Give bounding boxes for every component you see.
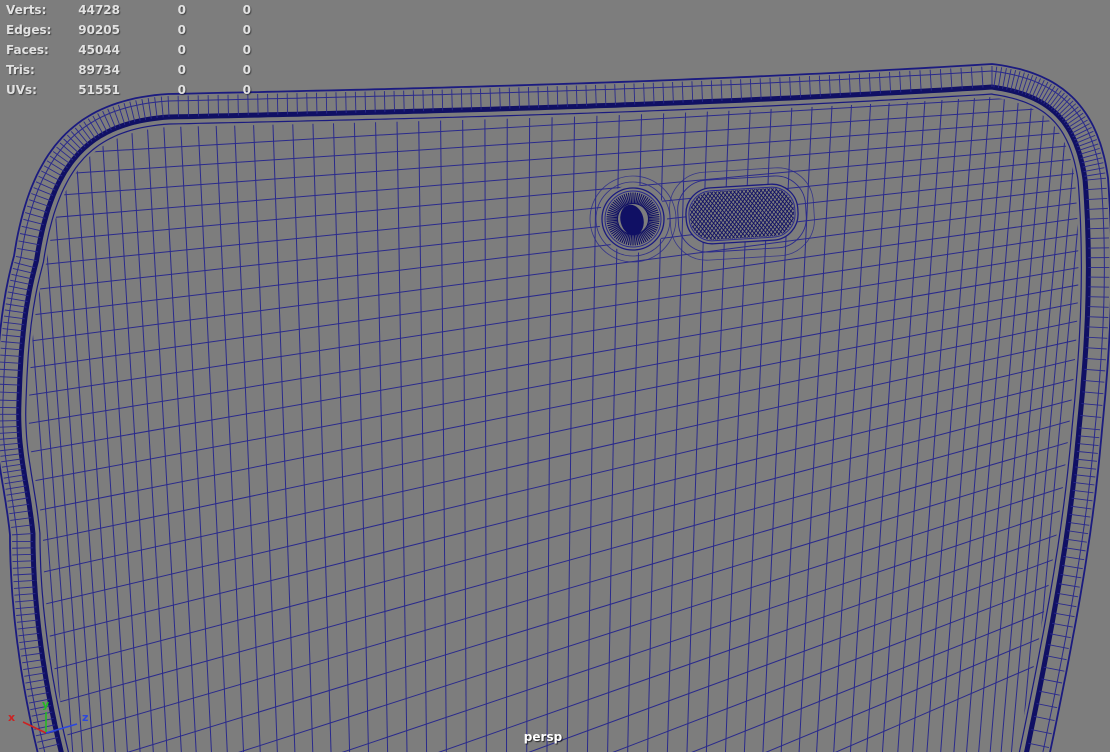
poly-count-hud: Verts: 44728 0 0 Edges: 90205 0 0 Faces:… (0, 0, 270, 100)
hud-col3: 0 (242, 83, 251, 97)
hud-label: Faces: (6, 43, 49, 57)
x-axis-line (22, 721, 47, 734)
maya-viewport[interactable]: Verts: 44728 0 0 Edges: 90205 0 0 Faces:… (0, 0, 1110, 752)
hud-value: 45044 (78, 43, 120, 57)
hud-row-faces: Faces: 45044 0 0 (0, 42, 270, 62)
hud-col2: 0 (177, 23, 186, 37)
z-axis-line (45, 723, 78, 734)
z-axis-label: z (82, 711, 88, 724)
camera-name-label: persp (523, 730, 563, 744)
hud-col3: 0 (242, 63, 251, 77)
hud-row-verts: Verts: 44728 0 0 (0, 2, 270, 22)
phone-mesh-face-grid[interactable] (0, 58, 1110, 752)
x-axis-label: x (8, 711, 15, 724)
hud-col3: 0 (242, 43, 251, 57)
hud-value: 90205 (78, 23, 120, 37)
hud-value: 51551 (78, 83, 120, 97)
hud-label: Edges: (6, 23, 52, 37)
hud-col2: 0 (177, 43, 186, 57)
hud-col2: 0 (177, 63, 186, 77)
hud-value: 44728 (78, 3, 120, 17)
hud-row-edges: Edges: 90205 0 0 (0, 22, 270, 42)
view-axis-gizmo: y x z (8, 698, 88, 734)
hud-col2: 0 (177, 83, 186, 97)
hud-row-uvs: UVs: 51551 0 0 (0, 82, 270, 102)
hud-label: Tris: (6, 63, 35, 77)
hud-label: UVs: (6, 83, 37, 97)
hud-col3: 0 (242, 23, 251, 37)
hud-label: Verts: (6, 3, 47, 17)
y-axis-label: y (42, 698, 49, 711)
hud-value: 89734 (78, 63, 120, 77)
wireframe-viewport-canvas[interactable] (0, 0, 1110, 752)
hud-col3: 0 (242, 3, 251, 17)
hud-col2: 0 (177, 3, 186, 17)
hud-row-tris: Tris: 89734 0 0 (0, 62, 270, 82)
